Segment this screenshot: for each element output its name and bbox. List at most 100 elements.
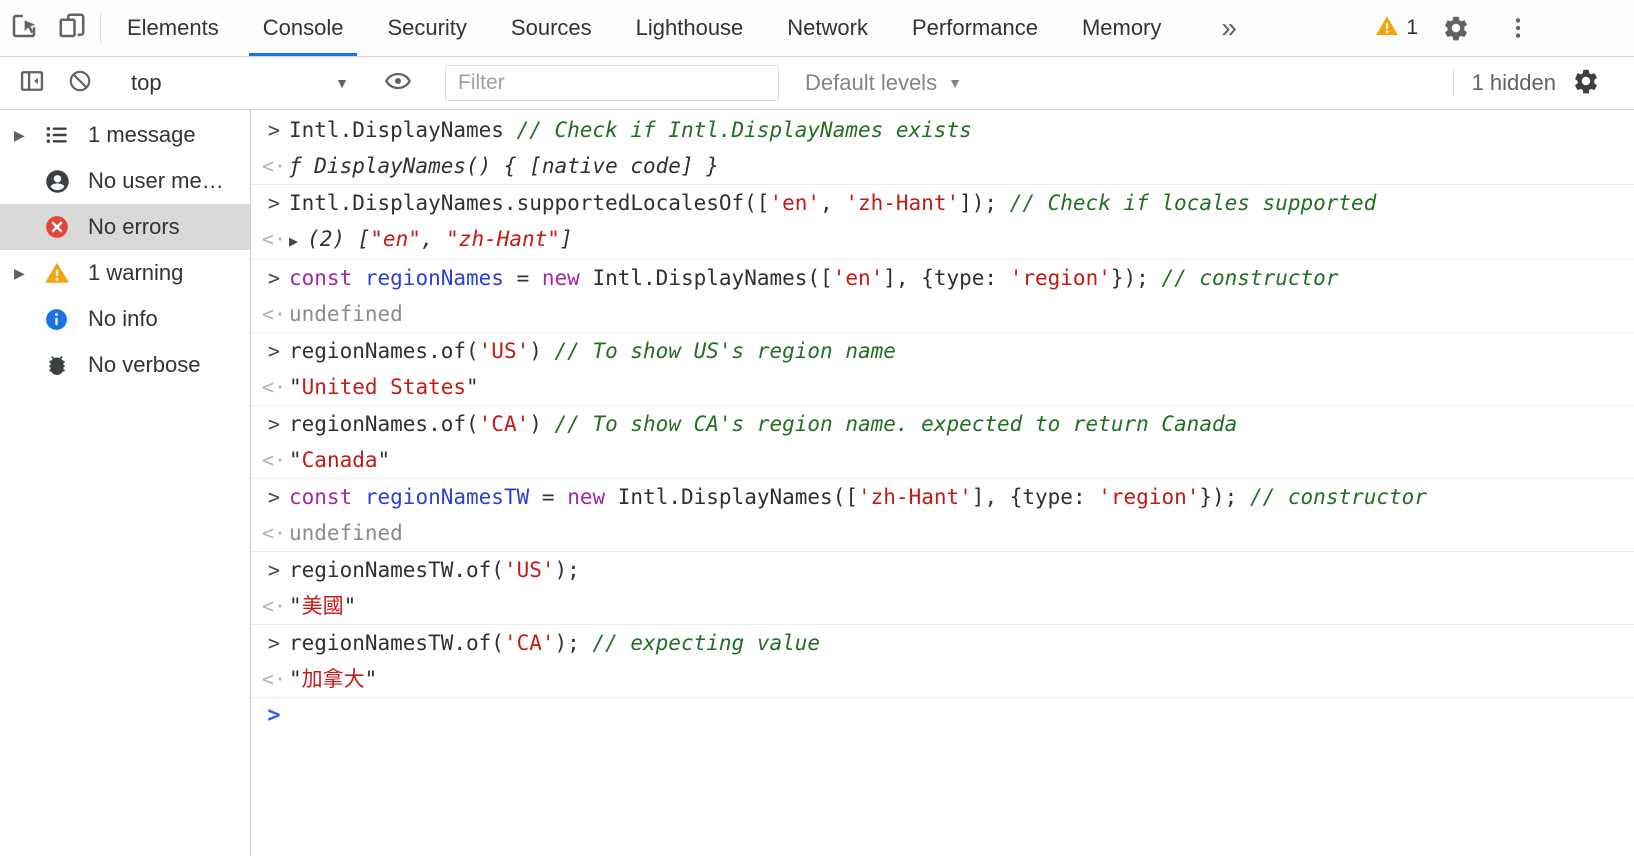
token-plain: " <box>289 448 302 472</box>
create-live-expression-button[interactable] <box>374 67 422 100</box>
expand-arrow-icon[interactable]: ▶ <box>14 127 44 144</box>
tab-network[interactable]: Network <box>765 0 890 56</box>
token-string: 'region' <box>1010 266 1111 290</box>
filter-input[interactable] <box>445 65 779 101</box>
sidebar-item-label: No errors <box>88 214 180 240</box>
tab-label: Lighthouse <box>636 15 744 41</box>
chevron-down-icon: ▼ <box>948 75 962 91</box>
result-arrow-icon: <· <box>259 153 289 179</box>
more-options-kebab-icon[interactable] <box>1494 15 1542 41</box>
token-gray: undefined <box>289 302 403 326</box>
token-plain: " <box>378 448 391 472</box>
token-keyword: new <box>542 266 580 290</box>
console-line-text: "Canada" <box>289 447 1624 473</box>
settings-gear-icon[interactable] <box>1432 14 1480 42</box>
devtools-tabbar: Elements Console Security Sources Lighthouse… <box>0 0 1634 57</box>
expand-arrow-icon[interactable]: ▶ <box>14 265 44 282</box>
console-line-text: const regionNames = new Intl.DisplayName… <box>289 265 1624 291</box>
chevron-down-icon: ▼ <box>335 75 349 91</box>
inspect-element-button[interactable] <box>0 0 48 56</box>
input-chevron-icon: > <box>259 557 289 583</box>
token-plain: ]); <box>959 191 1010 215</box>
tab-label: Console <box>263 15 344 41</box>
tab-security[interactable]: Security <box>365 0 488 56</box>
tab-label: Security <box>387 15 466 41</box>
hidden-messages-link[interactable]: 1 hidden <box>1472 70 1556 96</box>
token-itdark: ] <box>560 227 573 251</box>
sidebar-item-no-errors[interactable]: No errors <box>0 204 250 250</box>
execution-context-selector[interactable]: top ▼ <box>113 70 365 96</box>
console-result-row: <·ƒ DisplayNames() { [native code] } <box>251 148 1634 184</box>
token-plain: = <box>504 266 542 290</box>
console-result-row: <·▶ (2) ["en", "zh-Hant"] <box>251 221 1634 259</box>
expand-triangle-icon[interactable]: ▶ <box>289 232 307 250</box>
devtools-window: Elements Console Security Sources Lighthouse… <box>0 0 1634 856</box>
sidebar-item-label: No verbose <box>88 352 201 378</box>
sidebar-item-1-message[interactable]: ▶1 message <box>0 112 250 158</box>
result-arrow-icon: <· <box>259 520 289 546</box>
console-settings-gear-icon[interactable] <box>1572 67 1600 100</box>
token-plain: regionNamesTW.of( <box>289 558 504 582</box>
console-input-row: >const regionNames = new Intl.DisplayNam… <box>251 259 1634 296</box>
prompt-chevron-icon: > <box>259 703 289 729</box>
result-arrow-icon: <· <box>259 447 289 473</box>
token-keyword: const <box>289 266 352 290</box>
token-plain: " <box>289 375 302 399</box>
verbose-icon <box>44 352 86 378</box>
token-plain: ], {type: <box>883 266 1009 290</box>
token-string: 'zh-Hant' <box>858 485 972 509</box>
console-line-text: regionNames.of('CA') // To show CA's reg… <box>289 411 1624 437</box>
token-plain: Intl.DisplayNames([ <box>580 266 833 290</box>
log-levels-dropdown[interactable]: Default levels ▼ <box>805 70 962 96</box>
sidebar-item-no-user-me[interactable]: No user me… <box>0 158 250 204</box>
sidebar-item-no-info[interactable]: No info <box>0 296 250 342</box>
token-keyword: new <box>567 485 605 509</box>
sidebar-item-no-verbose[interactable]: No verbose <box>0 342 250 388</box>
console-input-row: >Intl.DisplayNames.supportedLocalesOf(['… <box>251 184 1634 221</box>
tab-performance[interactable]: Performance <box>890 0 1060 56</box>
token-itred: "zh-Hant" <box>446 227 560 251</box>
console-toolbar-right: 1 hidden <box>1451 67 1634 100</box>
tab-memory[interactable]: Memory <box>1060 0 1183 56</box>
console-line-text: regionNamesTW.of('US'); <box>289 557 1624 583</box>
console-line-text: ▶ (2) ["en", "zh-Hant"] <box>289 226 1624 254</box>
input-chevron-icon: > <box>259 484 289 510</box>
tab-lighthouse[interactable]: Lighthouse <box>614 0 766 56</box>
console-input-row: >regionNamesTW.of('CA'); // expecting va… <box>251 624 1634 661</box>
console-prompt-row[interactable]: > <box>251 697 1634 734</box>
tab-sources[interactable]: Sources <box>489 0 614 56</box>
token-string: 'en' <box>769 191 820 215</box>
token-plain: Intl.DisplayNames <box>289 118 517 142</box>
token-comment: // Check if Intl.DisplayNames exists <box>517 118 972 142</box>
console-line-text: ƒ DisplayNames() { [native code] } <box>289 153 1624 179</box>
token-string: 'en' <box>833 266 884 290</box>
input-chevron-icon: > <box>259 117 289 143</box>
result-arrow-icon: <· <box>259 374 289 400</box>
console-line-text: Intl.DisplayNames.supportedLocalesOf(['e… <box>289 190 1624 216</box>
sidebar-item-label: 1 warning <box>88 260 183 286</box>
token-comment: // To show US's region name <box>555 339 896 363</box>
token-itdark: , <box>421 227 446 251</box>
divider <box>1453 69 1454 97</box>
token-plain: Intl.DisplayNames.supportedLocalesOf([ <box>289 191 769 215</box>
sidebar-item-1-warning[interactable]: ▶ 1 warning <box>0 250 250 296</box>
tab-console[interactable]: Console <box>241 0 366 56</box>
token-string: 加拿大 <box>302 667 365 691</box>
issues-warning-badge[interactable]: 1 <box>1375 14 1418 43</box>
console-line-text: regionNamesTW.of('CA'); // expecting val… <box>289 630 1624 656</box>
warning-icon <box>44 260 86 286</box>
clear-console-button[interactable] <box>56 68 104 99</box>
context-label: top <box>131 70 162 96</box>
more-tabs-button[interactable]: » <box>1207 0 1251 56</box>
divider <box>100 13 101 43</box>
console-line-text: "United States" <box>289 374 1624 400</box>
levels-label: Default levels <box>805 70 937 96</box>
result-arrow-icon: <· <box>259 593 289 619</box>
device-toolbar-button[interactable] <box>48 0 96 56</box>
tab-label: Network <box>787 15 868 41</box>
user-icon <box>44 168 86 195</box>
console-input-row: >const regionNamesTW = new Intl.DisplayN… <box>251 478 1634 515</box>
console-sidebar-toggle-button[interactable] <box>8 67 56 100</box>
console-sidebar: ▶1 messageNo user me… No errors ▶ 1 warning… <box>0 110 251 856</box>
tab-elements[interactable]: Elements <box>105 0 241 56</box>
